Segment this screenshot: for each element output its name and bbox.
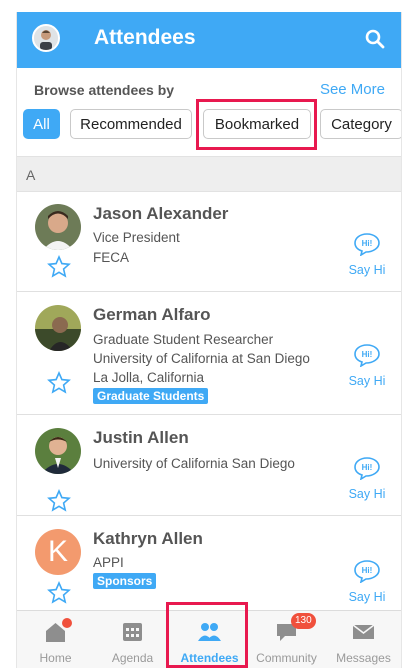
say-hi-button[interactable]: Hi! Say Hi: [347, 343, 387, 388]
avatar[interactable]: [32, 24, 60, 52]
section-letter: A: [26, 167, 36, 183]
say-hi-button[interactable]: Hi! Say Hi: [347, 232, 387, 277]
tab-label: Messages: [336, 651, 391, 665]
tab-community[interactable]: 130 Community: [248, 611, 325, 668]
envelope-icon: [352, 624, 375, 639]
attendee-photo: [35, 305, 81, 351]
tab-home[interactable]: Home: [17, 611, 94, 668]
attendee-title: Vice President: [93, 230, 180, 245]
bookmark-star-icon[interactable]: [47, 255, 71, 279]
tab-label: Agenda: [111, 651, 154, 665]
attendee-row[interactable]: Jason Alexander Vice President FECA Hi! …: [17, 192, 401, 292]
attendee-initial-avatar: K: [35, 529, 81, 575]
attendee-organization: University of California at San Diego: [93, 351, 310, 366]
say-hi-bubble-icon: Hi!: [354, 344, 380, 368]
say-hi-bubble-text: Hi!: [362, 350, 373, 359]
attendee-name: Justin Allen: [93, 428, 189, 447]
say-hi-bubble-icon: Hi!: [354, 457, 380, 481]
say-hi-bubble-text: Hi!: [362, 239, 373, 248]
attendee-location: La Jolla, California: [93, 370, 205, 385]
tab-label: Community: [256, 651, 317, 665]
browse-filter-bar: Browse attendees by See More All Recomme…: [17, 68, 401, 156]
profile-photo: [34, 26, 58, 50]
attendee-row[interactable]: German Alfaro Graduate Student Researche…: [17, 293, 401, 415]
notification-dot: [62, 618, 72, 628]
attendee-name: Jason Alexander: [93, 204, 229, 223]
search-icon[interactable]: [363, 27, 387, 51]
notification-badge: 130: [291, 613, 316, 629]
chip-category[interactable]: Category: [320, 109, 401, 139]
attendee-row[interactable]: Justin Allen University of California Sa…: [17, 416, 401, 516]
say-hi-button[interactable]: Hi! Say Hi: [347, 456, 387, 501]
app-screen: Attendees Browse attendees by See More A…: [16, 12, 402, 668]
tab-label: Attendees: [180, 651, 239, 665]
tab-label: Home: [39, 651, 72, 665]
page-title: Attendees: [94, 26, 196, 49]
attendee-name: Kathryn Allen: [93, 529, 203, 548]
avatar-initial: K: [47, 535, 68, 568]
app-bar: Attendees: [17, 12, 401, 68]
people-icon: [198, 623, 221, 641]
bottom-nav: Home Agenda Attendees 130 Community Mess…: [17, 610, 401, 668]
attendee-photo: [35, 428, 81, 474]
say-hi-bubble-icon: Hi!: [354, 560, 380, 584]
attendee-name: German Alfaro: [93, 305, 211, 324]
attendee-category-tag: Sponsors: [93, 573, 157, 589]
bookmark-star-icon[interactable]: [47, 489, 71, 513]
chip-all[interactable]: All: [23, 109, 60, 139]
attendee-title: Graduate Student Researcher: [93, 332, 274, 347]
section-header: A: [17, 156, 401, 192]
see-more-link[interactable]: See More: [320, 81, 385, 98]
chip-bookmarked[interactable]: Bookmarked: [203, 109, 311, 139]
say-hi-label: Say Hi: [348, 487, 386, 501]
attendee-photo: [35, 204, 81, 250]
tab-attendees[interactable]: Attendees: [171, 611, 248, 668]
attendee-organization: FECA: [93, 250, 130, 265]
attendee-category-tag: Graduate Students: [93, 388, 209, 404]
chip-recommended[interactable]: Recommended: [70, 109, 192, 139]
attendee-organization: University of California San Diego: [93, 456, 295, 471]
say-hi-label: Say Hi: [348, 263, 386, 277]
tab-agenda[interactable]: Agenda: [94, 611, 171, 668]
bookmark-star-icon[interactable]: [47, 371, 71, 395]
say-hi-label: Say Hi: [348, 374, 386, 388]
tab-messages[interactable]: Messages: [325, 611, 401, 668]
bookmark-star-icon[interactable]: [47, 581, 71, 605]
say-hi-label: Say Hi: [348, 590, 386, 604]
calendar-icon: [123, 623, 142, 641]
say-hi-bubble-text: Hi!: [362, 463, 373, 472]
attendee-organization: APPI: [93, 555, 124, 570]
say-hi-button[interactable]: Hi! Say Hi: [347, 559, 387, 604]
say-hi-bubble-text: Hi!: [362, 566, 373, 575]
browse-label: Browse attendees by: [34, 82, 175, 98]
say-hi-bubble-icon: Hi!: [354, 233, 380, 257]
attendee-row[interactable]: K Kathryn Allen APPI Sponsors Hi! Say Hi: [17, 517, 401, 610]
